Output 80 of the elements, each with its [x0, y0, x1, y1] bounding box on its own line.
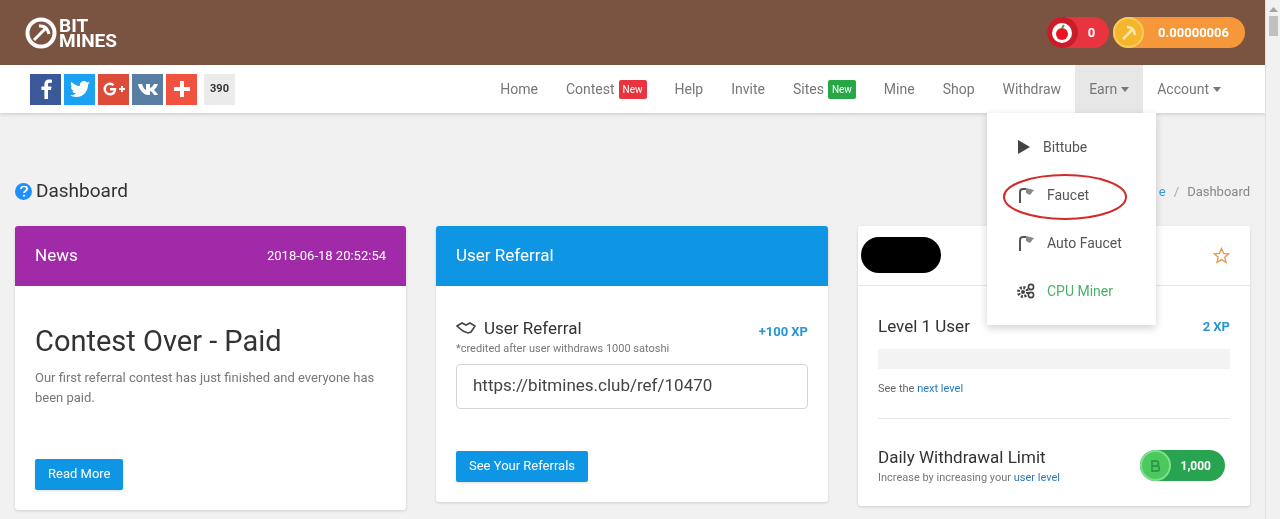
help-icon	[15, 182, 32, 200]
nav-link[interactable]: Sites New	[778, 65, 870, 113]
gears-icon	[1017, 283, 1035, 299]
scrollbar-thumb[interactable]	[1268, 16, 1278, 36]
limit-title: Daily Withdrawal Limit	[878, 445, 1047, 469]
withdrawal-limit-pill: 1,000	[1139, 450, 1225, 481]
dropdown-item[interactable]: CPU Miner	[987, 267, 1156, 315]
pickaxe-coin-icon	[1113, 17, 1145, 48]
news-text: Our first referral contest has just finished and everyone has been paid.	[35, 368, 376, 407]
facebook-share-button[interactable]	[30, 73, 61, 105]
nav-link[interactable]: Account	[1143, 65, 1235, 113]
nav-link[interactable]: Withdraw	[988, 65, 1076, 113]
facebook-icon	[38, 79, 53, 99]
dropdown-item-label: CPU Miner	[1047, 281, 1114, 301]
add-share-button[interactable]	[166, 73, 197, 105]
card-title: News	[35, 243, 78, 267]
faucet-icon	[1017, 235, 1035, 251]
scroll-up-icon[interactable]	[1268, 6, 1278, 12]
vk-share-button[interactable]	[132, 73, 163, 105]
nav-link[interactable]: Contest New	[551, 65, 661, 113]
nav-link-label: Help	[674, 79, 704, 99]
xp-reward: +100 XP	[758, 322, 808, 341]
nav-link-label: Withdraw	[1002, 79, 1062, 99]
nav-link-label: Contest	[565, 79, 615, 99]
nav-link-label: Invite	[731, 79, 765, 99]
nav-link[interactable]: Home	[486, 65, 552, 113]
nav-link-label: Shop	[942, 79, 975, 99]
dropdown-item-label: Faucet	[1047, 185, 1090, 205]
logo-text: MINES	[59, 32, 117, 48]
breadcrumb-item: Dashboard	[1187, 182, 1250, 201]
play-icon	[1017, 139, 1031, 155]
nav-link-label: Earn	[1089, 79, 1118, 99]
referral-link-field[interactable]: https://bitmines.club/ref/10470	[456, 363, 808, 409]
nav-link-label: Home	[500, 79, 538, 99]
nav-link[interactable]: Mine	[869, 65, 929, 113]
xp-value: 2 XP	[1202, 317, 1230, 336]
nav-link-label: Mine	[883, 79, 915, 99]
new-badge: New	[827, 79, 856, 99]
nav-link-label: Sites	[792, 79, 824, 99]
dropdown-item[interactable]: Auto Faucet	[987, 219, 1156, 267]
nav-link[interactable]: Help	[660, 65, 718, 113]
bitcoin-icon	[1139, 450, 1171, 481]
nav-link[interactable]: Invite	[717, 65, 779, 113]
bird-icon	[69, 81, 90, 97]
dropdown-item-label: Bittube	[1043, 137, 1088, 157]
see-referrals-button[interactable]: See Your Referrals	[456, 450, 588, 482]
dropdown-item-label: Auto Faucet	[1047, 233, 1122, 253]
dropdown-item[interactable]: Bittube	[987, 123, 1156, 171]
share-count: 390	[204, 73, 235, 105]
balance-counter: 0.00000006	[1113, 17, 1245, 48]
user-level-link[interactable]: user level	[1013, 471, 1060, 484]
referral-subtitle: User Referral	[484, 316, 582, 340]
limit-text: Increase by increasing your user level	[878, 470, 1060, 486]
star-icon	[1213, 246, 1230, 264]
next-level-text: See the next level	[878, 381, 965, 397]
apples-counter: 0	[1046, 17, 1110, 48]
breadcrumb-link[interactable]: e	[1158, 181, 1166, 201]
breadcrumb-separator: /	[1173, 182, 1180, 201]
news-headline: Contest Over - Paid	[35, 323, 283, 358]
apple-icon	[1046, 17, 1078, 48]
referral-note: *credited after user withdraws 1000 satoshi	[456, 341, 670, 357]
logo-text: BIT	[59, 17, 89, 33]
nav-link-label: Account	[1157, 79, 1209, 99]
next-level-link[interactable]: next level	[917, 382, 964, 395]
dropdown-item[interactable]: Faucet	[987, 171, 1156, 219]
plus-icon	[172, 80, 191, 98]
new-badge: New	[618, 79, 647, 99]
faucet-icon	[1017, 187, 1035, 203]
google-plus-share-button[interactable]	[98, 73, 129, 105]
level-title: Level 1 User	[878, 314, 970, 338]
nav-link[interactable]: Earn	[1075, 65, 1144, 113]
google-plus-icon	[102, 82, 125, 96]
page-title: Dashboard	[36, 178, 128, 204]
news-date: 2018-06-18 20:52:54	[267, 246, 386, 265]
pickaxe-logo-icon	[25, 16, 57, 49]
read-more-button[interactable]: Read More	[35, 458, 124, 490]
nav-link[interactable]: Shop	[928, 65, 989, 113]
card-title: User Referral	[456, 243, 554, 267]
vk-icon	[136, 83, 159, 95]
twitter-share-button[interactable]	[64, 73, 95, 105]
